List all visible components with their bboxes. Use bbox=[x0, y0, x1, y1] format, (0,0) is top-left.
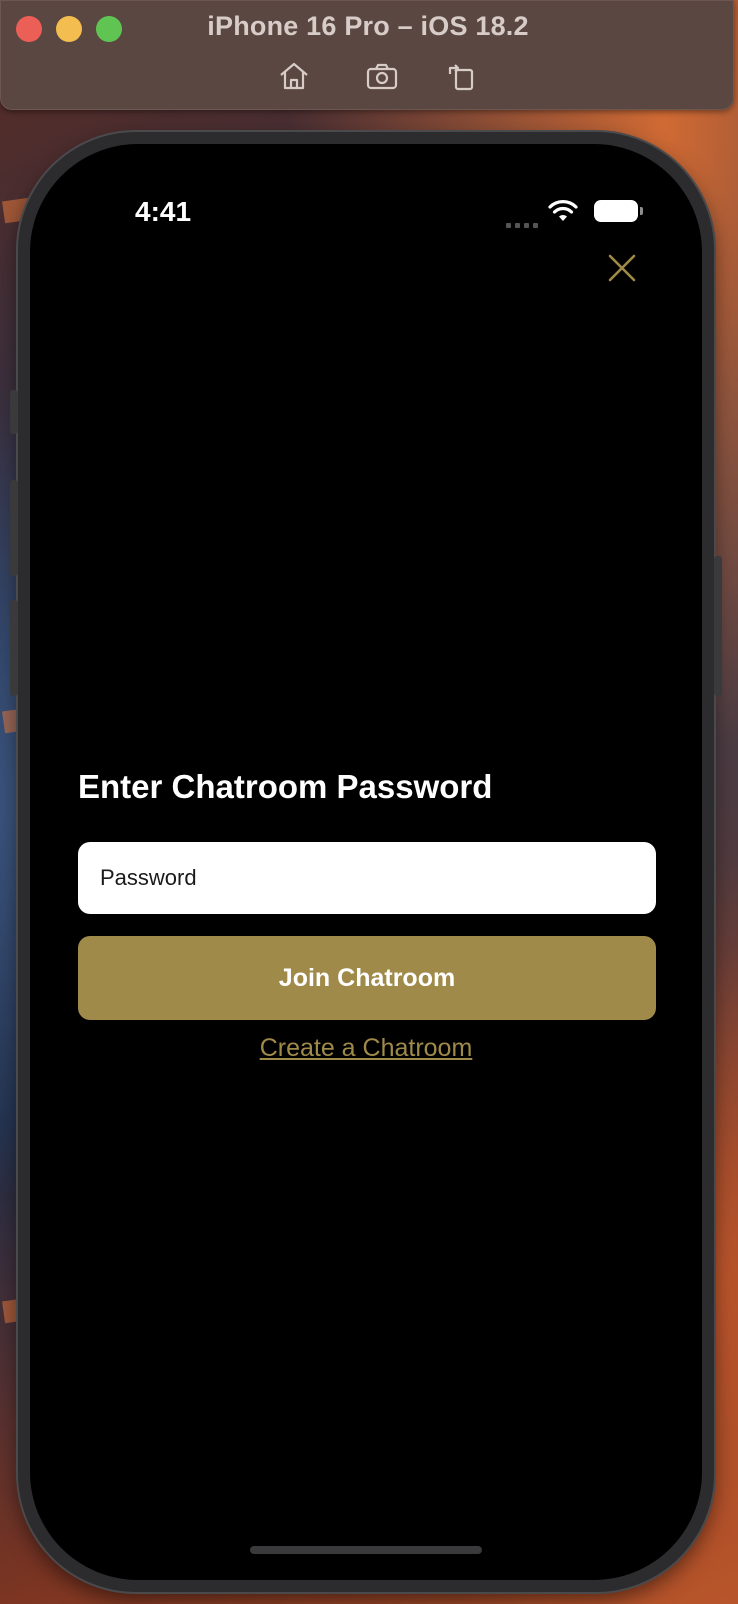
simulator-titlebar: iPhone 16 Pro – iOS 18.2 bbox=[0, 0, 734, 110]
home-indicator[interactable] bbox=[250, 1546, 482, 1554]
create-chatroom-link-container: Create a Chatroom bbox=[30, 1034, 702, 1063]
simulator-title: iPhone 16 Pro – iOS 18.2 bbox=[207, 11, 529, 41]
close-icon bbox=[608, 254, 636, 282]
cellular-signal-icon bbox=[506, 208, 538, 228]
home-icon[interactable] bbox=[275, 59, 313, 93]
action-button bbox=[10, 390, 18, 434]
rotate-icon[interactable] bbox=[443, 59, 481, 93]
join-chatroom-button[interactable]: Join Chatroom bbox=[78, 936, 656, 1020]
create-chatroom-link[interactable]: Create a Chatroom bbox=[260, 1034, 473, 1062]
page-title: Enter Chatroom Password bbox=[78, 768, 493, 805]
screenshot-icon[interactable] bbox=[363, 59, 401, 93]
battery-icon bbox=[594, 200, 643, 222]
status-time: 4:41 bbox=[135, 196, 192, 227]
volume-down-button bbox=[10, 600, 18, 696]
password-field[interactable] bbox=[78, 842, 656, 914]
wifi-icon bbox=[548, 200, 578, 221]
phone-screen: 4:41 Enter Chatroom Password Join Chatro… bbox=[30, 144, 702, 1580]
power-button bbox=[714, 556, 722, 696]
close-button[interactable] bbox=[602, 248, 642, 288]
status-indicators bbox=[506, 198, 643, 228]
volume-up-button bbox=[10, 480, 18, 576]
